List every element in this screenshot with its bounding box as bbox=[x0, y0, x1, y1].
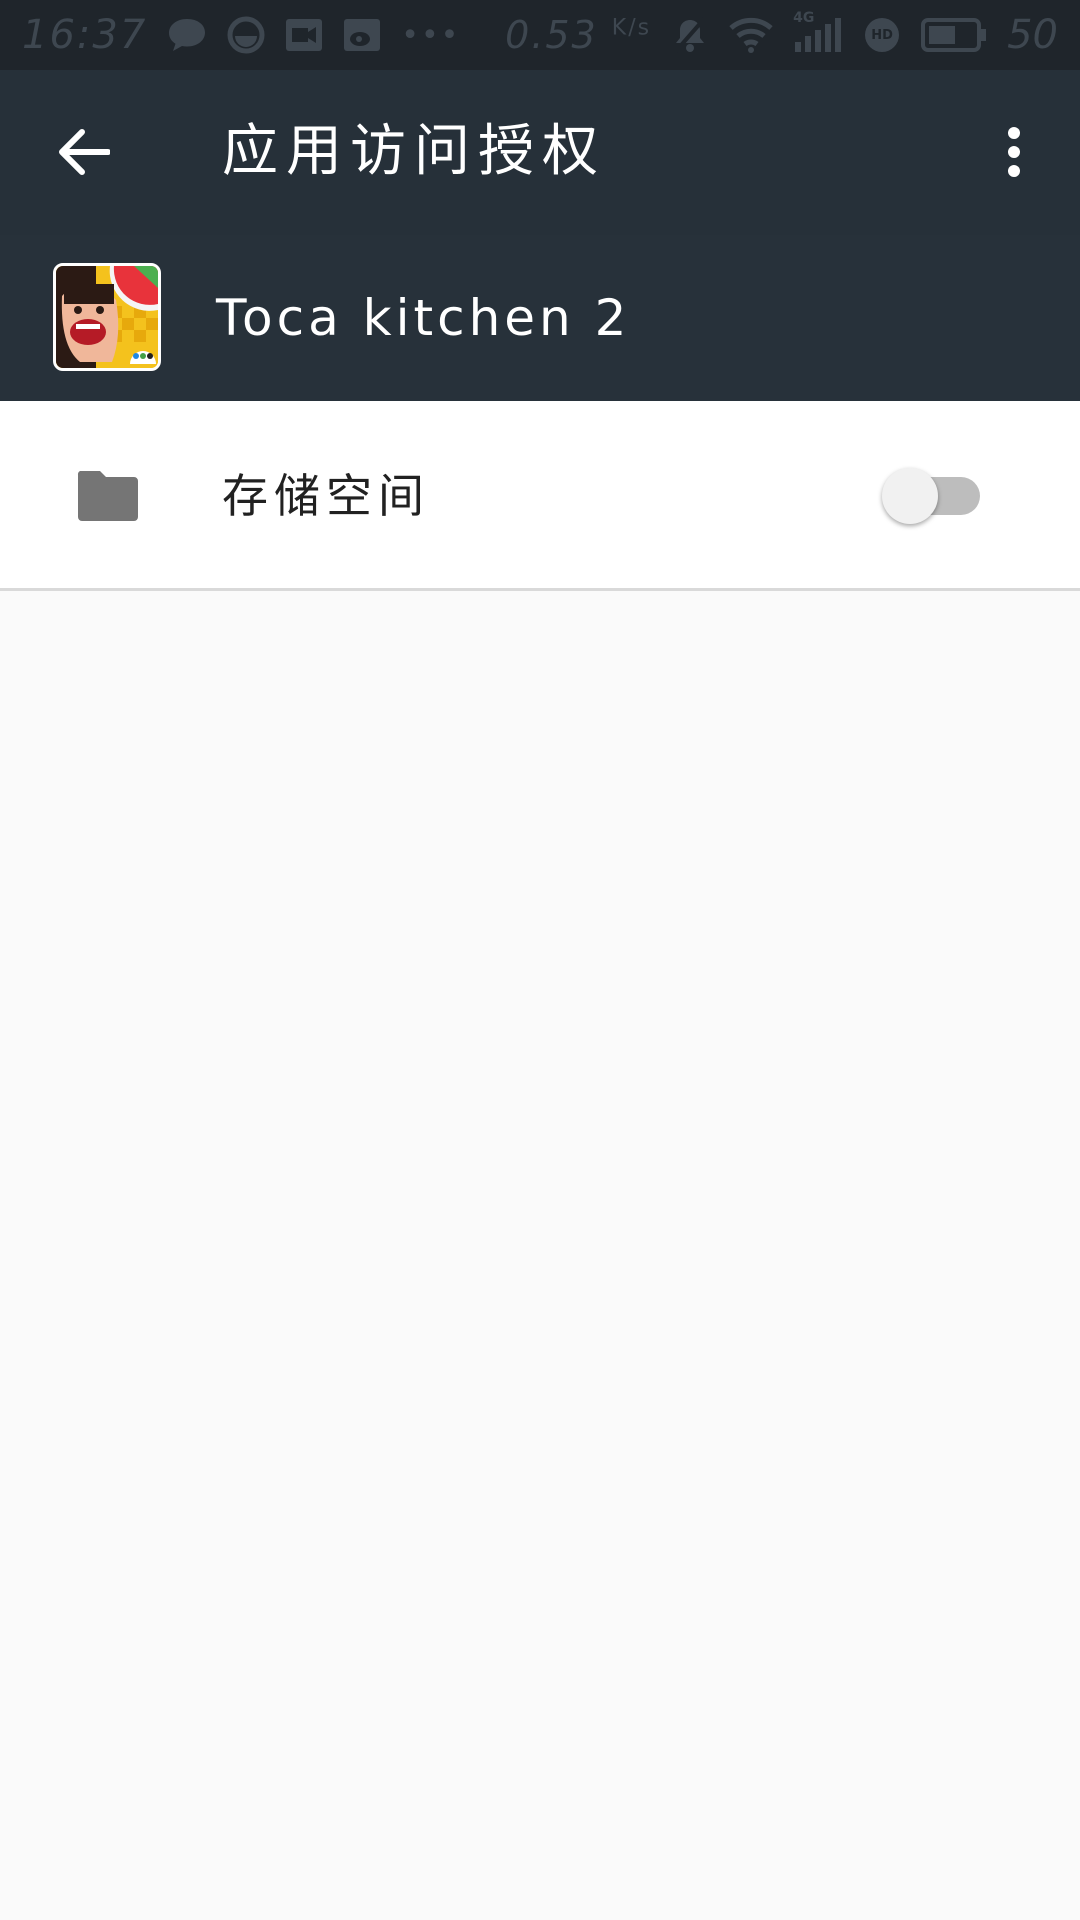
more-notifications-icon: ••• bbox=[401, 17, 461, 53]
folder-icon bbox=[76, 467, 140, 523]
storage-permission-toggle[interactable] bbox=[882, 466, 982, 526]
app-info-header: Toca kitchen 2 bbox=[0, 235, 1080, 401]
battery-percent: 50 bbox=[1007, 12, 1058, 58]
arrow-back-icon bbox=[59, 129, 110, 175]
permission-row-storage[interactable]: 存储空间 bbox=[0, 401, 1080, 591]
weibo-icon bbox=[343, 18, 381, 52]
network-speed: 0.53 K/s bbox=[505, 13, 652, 57]
status-time: 16:37 bbox=[22, 12, 148, 58]
battery-icon bbox=[921, 18, 987, 52]
back-button[interactable] bbox=[52, 120, 116, 184]
page-title: 应用访问授权 bbox=[222, 119, 606, 184]
app-name: Toca kitchen 2 bbox=[216, 289, 631, 347]
wifi-icon bbox=[729, 16, 773, 54]
permission-label: 存储空间 bbox=[222, 469, 430, 523]
more-vert-icon bbox=[1008, 127, 1020, 177]
video-call-icon bbox=[285, 18, 323, 52]
status-bar: 16:37 ••• 0.53 K/s 4G HD 50 bbox=[0, 0, 1080, 70]
toggle-thumb bbox=[882, 468, 938, 524]
app-bar: 应用访问授权 bbox=[0, 70, 1080, 235]
more-options-button[interactable] bbox=[990, 118, 1038, 186]
notifications-muted-icon bbox=[671, 16, 709, 54]
hd-voice-icon: HD bbox=[863, 16, 901, 54]
browser-icon bbox=[227, 16, 265, 54]
signal-4g-icon: 4G bbox=[793, 10, 843, 54]
chat-bubble-icon bbox=[167, 17, 207, 53]
app-icon bbox=[53, 263, 161, 371]
